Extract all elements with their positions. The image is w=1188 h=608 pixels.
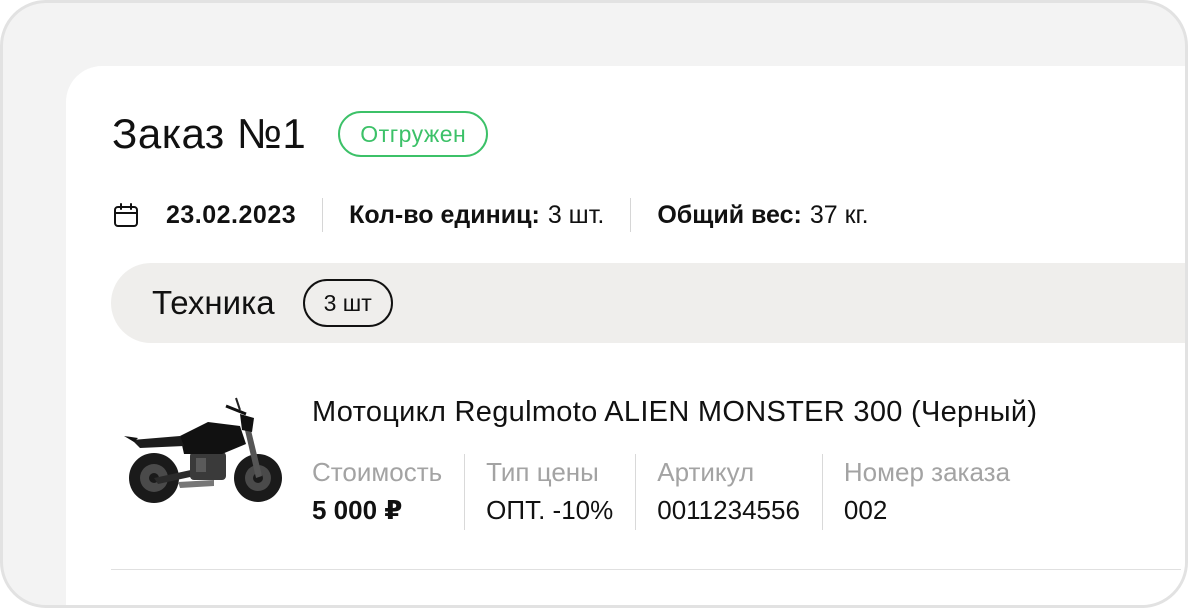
attr-value: ОПТ. -10% bbox=[486, 495, 614, 525]
meta-separator bbox=[630, 198, 632, 232]
attr-label: Артикул bbox=[657, 457, 755, 487]
attr-sku: Артикул 0011234556 bbox=[635, 454, 822, 530]
product-name[interactable]: Мотоцикл Regulmoto ALIEN MONSTER 300 (Че… bbox=[312, 396, 1037, 429]
order-date: 23.02.2023 bbox=[166, 200, 297, 229]
meta-separator bbox=[322, 198, 324, 232]
attr-label: Тип цены bbox=[486, 457, 599, 487]
attr-value: 5 000 ₽ bbox=[312, 495, 403, 525]
section-count-badge: 3 шт bbox=[302, 279, 393, 327]
attr-order-number: Номер заказа 002 bbox=[821, 454, 1032, 530]
app-frame: Заказ №1 Отгружен 23.02.2023 Кол-во един… bbox=[0, 0, 1188, 608]
units-label: Кол-во единиц: bbox=[349, 200, 540, 229]
attr-label: Стоимость bbox=[312, 457, 443, 487]
section-header[interactable]: Техника 3 шт bbox=[111, 263, 1185, 343]
order-header: Заказ №1 Отгружен bbox=[112, 110, 489, 158]
section-title: Техника bbox=[152, 284, 275, 321]
calendar-icon bbox=[114, 203, 138, 227]
attr-label: Номер заказа bbox=[843, 457, 1011, 487]
status-badge: Отгружен bbox=[338, 111, 489, 157]
order-title: Заказ №1 bbox=[112, 110, 307, 157]
order-card: Заказ №1 Отгружен 23.02.2023 Кол-во един… bbox=[66, 66, 1185, 605]
attr-price: Стоимость 5 000 ₽ bbox=[312, 454, 464, 530]
attr-price-type: Тип цены ОПТ. -10% bbox=[464, 454, 635, 530]
attr-value: 0011234556 bbox=[657, 495, 800, 525]
attr-value: 002 bbox=[843, 495, 888, 525]
units-value: 3 шт. bbox=[547, 200, 605, 229]
motorcycle-image bbox=[124, 397, 282, 503]
weight-label: Общий вес: bbox=[657, 200, 802, 229]
row-divider bbox=[111, 569, 1181, 570]
weight-value: 37 кг. bbox=[809, 200, 869, 229]
product-attributes: Стоимость 5 000 ₽ Тип цены ОПТ. -10% Арт… bbox=[312, 454, 1032, 530]
order-meta: 23.02.2023 Кол-во единиц: 3 шт. Общий ве… bbox=[112, 198, 869, 232]
